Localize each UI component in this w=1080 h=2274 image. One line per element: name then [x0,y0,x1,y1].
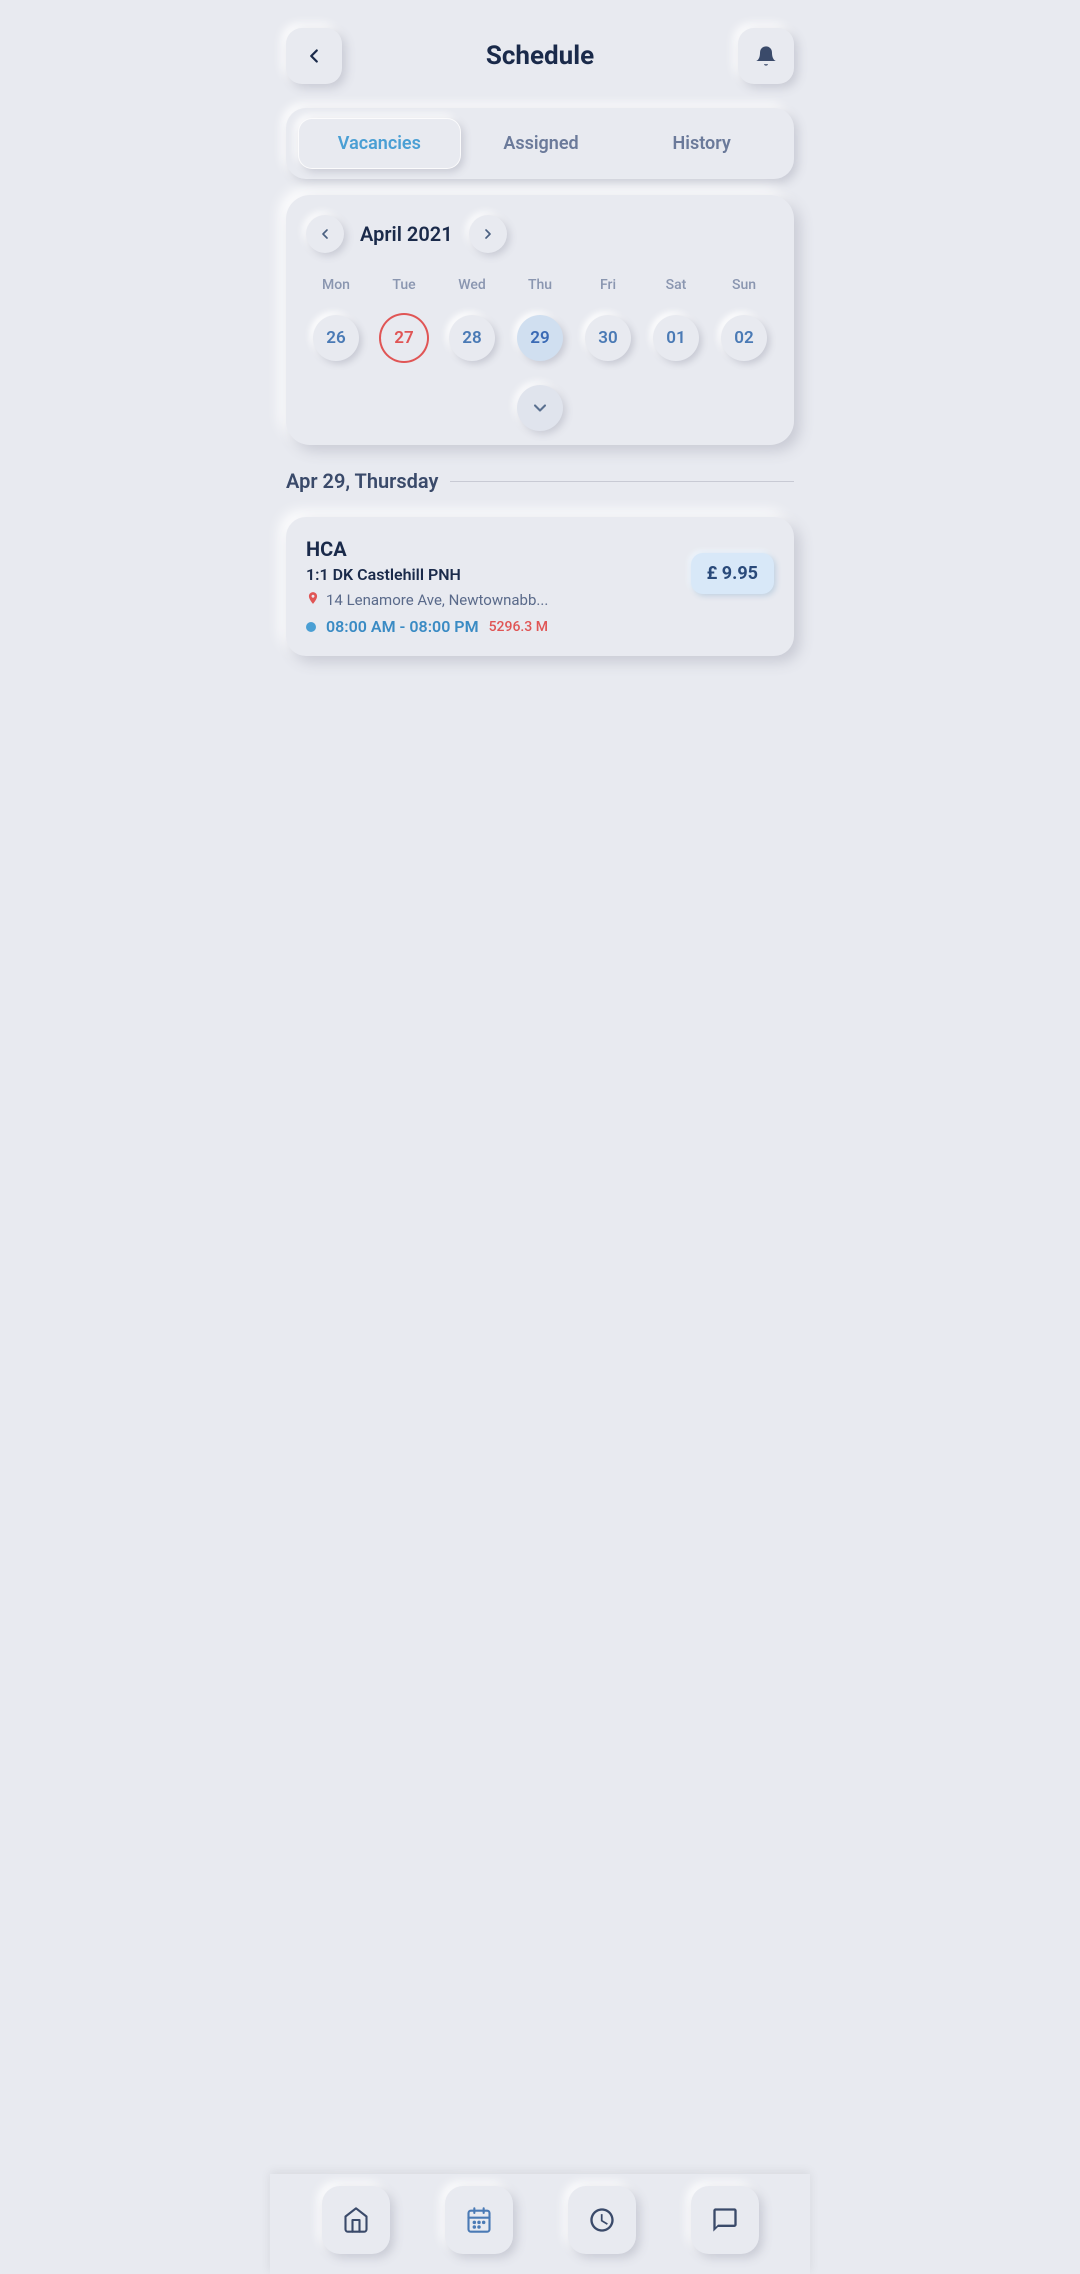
tab-assigned[interactable]: Assigned [461,119,622,168]
day-label-mon: Mon [302,273,370,297]
page-title: Schedule [486,41,594,71]
nav-calendar-button[interactable] [445,2186,513,2254]
day-label-tue: Tue [370,273,438,297]
calendar-expand-button[interactable] [517,385,563,431]
date-section-divider [450,481,794,482]
notification-button[interactable] [738,28,794,84]
date-26[interactable]: 26 [313,315,359,361]
date-02[interactable]: 02 [721,315,767,361]
day-label-fri: Fri [574,273,642,297]
day-label-sat: Sat [642,273,710,297]
nav-home-button[interactable] [322,2186,390,2254]
day-label-thu: Thu [506,273,574,297]
calendar-container: April 2021 Mon Tue Wed Thu Fri Sat Sun 2… [286,195,794,445]
header: Schedule [286,20,794,92]
tab-vacancies[interactable]: Vacancies [298,118,461,169]
time-dot [306,622,316,632]
job-card-top: HCA 1:1 DK Castlehill PNH 14 Lenamore Av… [306,537,774,609]
date-01[interactable]: 01 [653,315,699,361]
nav-clock-button[interactable] [568,2186,636,2254]
calendar-dates: 26 27 28 29 30 01 02 [302,307,778,369]
date-cell-28[interactable]: 28 [438,307,506,369]
date-section-title: Apr 29, Thursday [286,469,438,493]
job-title: HCA [306,537,691,561]
calendar-expand-wrapper [302,379,778,445]
date-section-header: Apr 29, Thursday [286,461,794,501]
date-cell-01[interactable]: 01 [642,307,710,369]
nav-chat-button[interactable] [691,2186,759,2254]
date-cell-26[interactable]: 26 [302,307,370,369]
date-29-selected[interactable]: 29 [517,315,563,361]
day-label-wed: Wed [438,273,506,297]
date-27-today[interactable]: 27 [381,315,427,361]
calendar-next-button[interactable] [469,215,507,253]
calendar-day-labels: Mon Tue Wed Thu Fri Sat Sun [302,273,778,297]
job-price: £ 9.95 [691,553,774,594]
calendar-prev-button[interactable] [306,215,344,253]
bottom-nav [270,2174,810,2274]
tab-history[interactable]: History [621,119,782,168]
date-cell-27[interactable]: 27 [370,307,438,369]
job-time-text: 08:00 AM - 08:00 PM [326,617,479,636]
calendar-header: April 2021 [302,215,778,253]
date-cell-30[interactable]: 30 [574,307,642,369]
back-button[interactable] [286,28,342,84]
job-location-text: 14 Lenamore Ave, Newtownabb... [326,591,548,609]
job-time: 08:00 AM - 08:00 PM 5296.3 M [306,617,774,636]
job-subtitle: 1:1 DK Castlehill PNH [306,565,691,584]
location-icon [306,590,320,609]
date-cell-02[interactable]: 02 [710,307,778,369]
tabs-container: Vacancies Assigned History [286,108,794,179]
date-cell-29[interactable]: 29 [506,307,574,369]
job-location: 14 Lenamore Ave, Newtownabb... [306,590,691,609]
day-label-sun: Sun [710,273,778,297]
job-info: HCA 1:1 DK Castlehill PNH 14 Lenamore Av… [306,537,691,609]
job-distance: 5296.3 M [489,619,548,635]
date-30[interactable]: 30 [585,315,631,361]
calendar-month-year: April 2021 [360,222,453,246]
date-28[interactable]: 28 [449,315,495,361]
job-card[interactable]: HCA 1:1 DK Castlehill PNH 14 Lenamore Av… [286,517,794,656]
